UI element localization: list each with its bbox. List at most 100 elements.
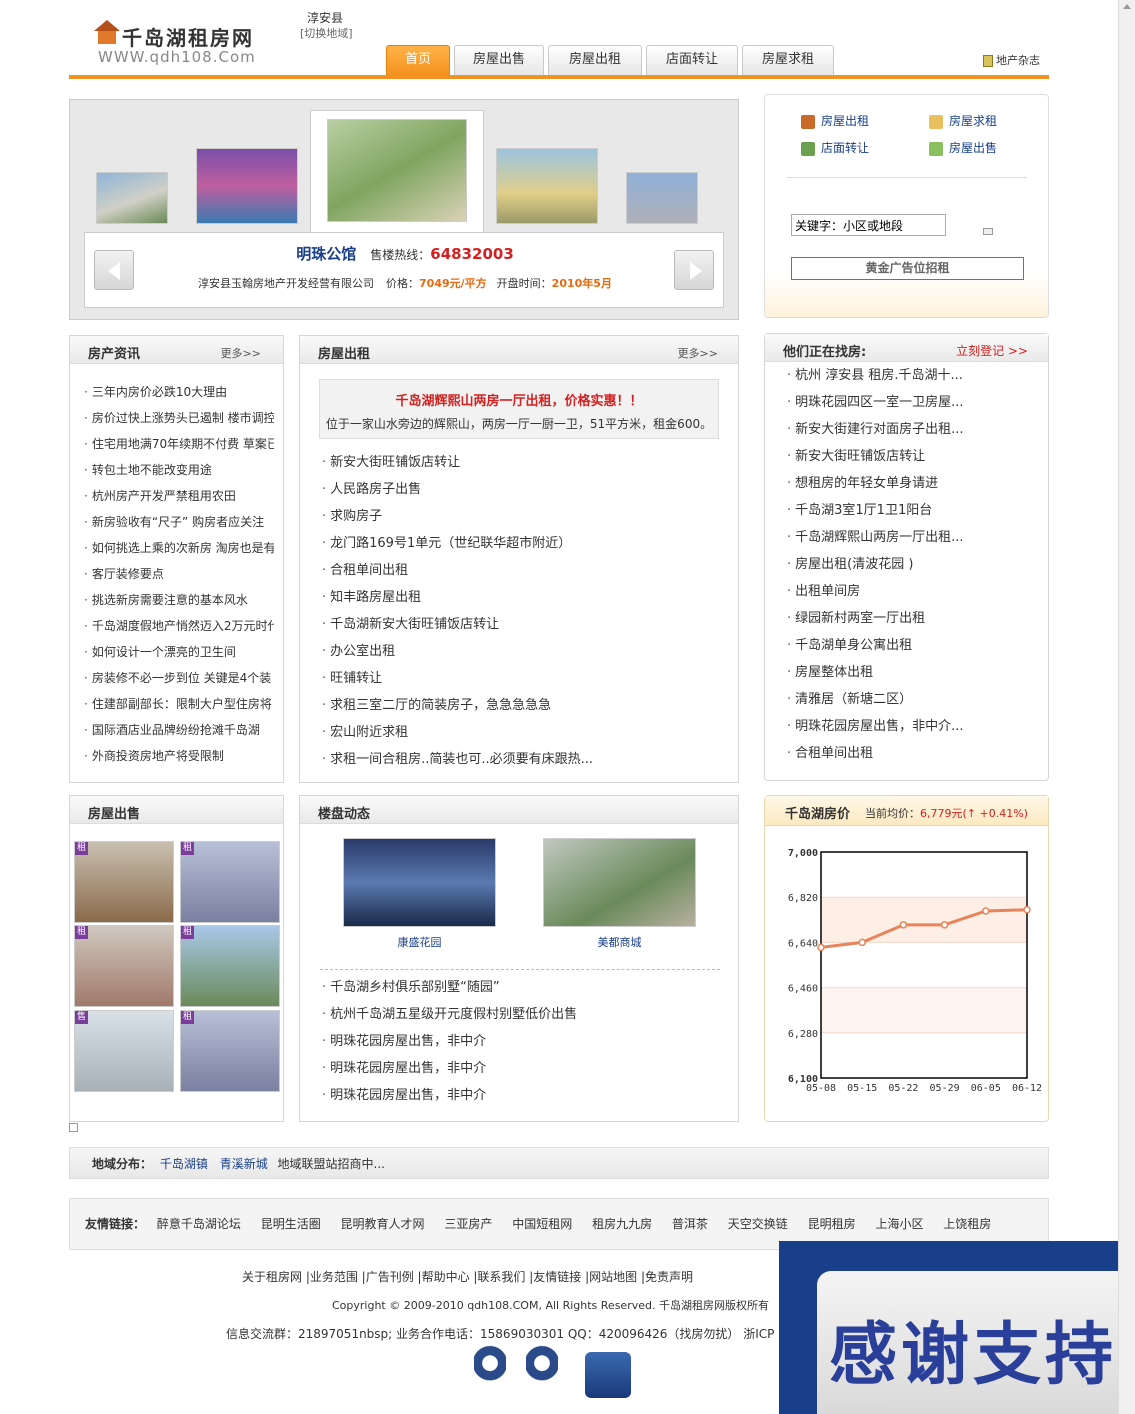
- list-item[interactable]: 杭州千岛湖五星级开元度假村别墅低价出售: [322, 1001, 727, 1028]
- list-item[interactable]: 杭州 淳安县 租房.千岛湖十...: [787, 362, 1042, 389]
- sale-photo-5[interactable]: 售: [74, 1010, 174, 1092]
- scroll-up-arrow-icon[interactable]: [1123, 4, 1131, 9]
- slide-title[interactable]: 明珠公馆: [296, 245, 356, 263]
- friend-link[interactable]: 中国短租网: [512, 1217, 572, 1231]
- police-badge-1[interactable]: [474, 1345, 506, 1397]
- search-input[interactable]: [791, 214, 946, 236]
- friend-link[interactable]: 昆明教育人才网: [341, 1217, 425, 1231]
- list-item[interactable]: 清雅居（新塘二区）: [787, 686, 1042, 713]
- list-item[interactable]: 人民路房子出售: [322, 476, 727, 503]
- list-item[interactable]: 求租三室二厅的简装房子，急急急急急: [322, 692, 727, 719]
- friend-link[interactable]: 租房九九房: [592, 1217, 652, 1231]
- tab-home[interactable]: 首页: [386, 45, 450, 75]
- thanks-overlay[interactable]: 感谢支持: [779, 1241, 1135, 1414]
- police-badge-2[interactable]: [526, 1345, 558, 1397]
- sale-photo-1[interactable]: 租: [74, 841, 174, 923]
- logo[interactable]: 千岛湖租房网 WWW.qdh108.Com: [92, 14, 302, 66]
- list-item[interactable]: 明珠花园房屋出售，非中介...: [787, 713, 1042, 740]
- quick-link-sale[interactable]: 房屋出售: [929, 139, 997, 156]
- list-item[interactable]: 办公室出租: [322, 638, 727, 665]
- police-station-icon[interactable]: [585, 1352, 631, 1398]
- slide-thumb-2[interactable]: [196, 148, 298, 224]
- tab-shop-transfer[interactable]: 店面转让: [646, 45, 738, 75]
- sale-photo-4[interactable]: 租: [180, 925, 280, 1007]
- friend-link[interactable]: 上海小区: [875, 1217, 923, 1231]
- project-name-2[interactable]: 美都商城: [543, 934, 696, 950]
- friend-link[interactable]: 昆明生活圈: [261, 1217, 321, 1231]
- list-item[interactable]: 转包土地不能改变用途: [84, 457, 274, 483]
- featured-rent[interactable]: 千岛湖辉熙山两房一厅出租，价格实惠！！ 位于一家山水旁边的辉熙山，两房一厅一厨一…: [319, 379, 719, 439]
- list-item[interactable]: 明珠花园四区一室一卫房屋...: [787, 389, 1042, 416]
- list-item[interactable]: 千岛湖单身公寓出租: [787, 632, 1042, 659]
- quick-link-rent[interactable]: 房屋出租: [801, 112, 869, 129]
- list-item[interactable]: 千岛湖新安大街旺铺饭店转让: [322, 611, 727, 638]
- list-item[interactable]: 房屋整体出租: [787, 659, 1042, 686]
- list-item[interactable]: 明珠花园房屋出售，非中介: [322, 1082, 727, 1109]
- list-item[interactable]: 三年内房价必跌10大理由: [84, 379, 274, 405]
- list-item[interactable]: 外商投资房地产将受限制: [84, 743, 274, 769]
- list-item[interactable]: 客厅装修要点: [84, 561, 274, 587]
- list-item[interactable]: 新安大街建行对面房子出租...: [787, 416, 1042, 443]
- list-item[interactable]: 绿园新村两室一厅出租: [787, 605, 1042, 632]
- list-item[interactable]: 千岛湖3室1厅1卫1阳台: [787, 497, 1042, 524]
- friend-link[interactable]: 三亚房产: [444, 1217, 492, 1231]
- list-item[interactable]: 明珠花园房屋出售，非中介: [322, 1055, 727, 1082]
- search-button-icon[interactable]: [983, 228, 993, 235]
- tab-house-wanted[interactable]: 房屋求租: [742, 45, 834, 75]
- list-item[interactable]: 新房验收有“尺子” 购房者应关注: [84, 509, 274, 535]
- list-item[interactable]: 挑选新房需要注意的基本风水: [84, 587, 274, 613]
- footer-links[interactable]: 关于租房网 |业务范围 |广告刊例 |帮助中心 |联系我们 |友情链接 |网站地…: [242, 1268, 693, 1285]
- list-item[interactable]: 如何设计一个漂亮的卫生间: [84, 639, 274, 665]
- list-item[interactable]: 合租单间出租: [787, 740, 1042, 767]
- list-item[interactable]: 房价过快上涨势头已遏制 楼市调控: [84, 405, 274, 431]
- list-item[interactable]: 出租单间房: [787, 578, 1042, 605]
- list-item[interactable]: 求购房子: [322, 503, 727, 530]
- tab-house-rent[interactable]: 房屋出租: [548, 45, 642, 75]
- list-item[interactable]: 房屋出租(清波花园 ): [787, 551, 1042, 578]
- list-item[interactable]: 国际酒店业品牌纷纷抢滩千岛湖: [84, 717, 274, 743]
- list-item[interactable]: 龙门路169号1单元（世纪联华超市附近）: [322, 530, 727, 557]
- list-item[interactable]: 房装修不必一步到位 关键是4个装: [84, 665, 274, 691]
- region-link-qingxi[interactable]: 青溪新城: [220, 1157, 268, 1171]
- sale-photo-6[interactable]: 租: [180, 1010, 280, 1092]
- list-item[interactable]: 明珠花园房屋出售，非中介: [322, 1028, 727, 1055]
- list-item[interactable]: 宏山附近求租: [322, 719, 727, 746]
- list-item[interactable]: 想租房的年轻女单身请进: [787, 470, 1042, 497]
- featured-title[interactable]: 千岛湖辉熙山两房一厅出租，价格实惠！！: [320, 390, 718, 409]
- list-item[interactable]: 如何挑选上乘的次新房 淘房也是有: [84, 535, 274, 561]
- friend-link[interactable]: 醉意千岛湖论坛: [157, 1217, 241, 1231]
- list-item[interactable]: 新安大街旺铺饭店转让: [322, 449, 727, 476]
- news-more-link[interactable]: 更多>>: [221, 345, 261, 361]
- list-item[interactable]: 求租一间合租房..简装也可..必须要有床跟热...: [322, 746, 727, 773]
- list-item[interactable]: 新安大街旺铺饭店转让: [787, 443, 1042, 470]
- list-item[interactable]: 千岛湖度假地产悄然迈入2万元时代: [84, 613, 274, 639]
- list-item[interactable]: 杭州房产开发严禁租用农田: [84, 483, 274, 509]
- list-item[interactable]: 合租单间出租: [322, 557, 727, 584]
- slide-thumb-5[interactable]: [626, 172, 698, 224]
- list-item[interactable]: 住宅用地满70年续期不付费 草案已: [84, 431, 274, 457]
- slide-thumb-active[interactable]: [327, 119, 467, 222]
- rent-more-link[interactable]: 更多>>: [678, 345, 718, 361]
- project-name-1[interactable]: 康盛花园: [343, 934, 496, 950]
- list-item[interactable]: 千岛湖乡村俱乐部别墅“随园”: [322, 974, 727, 1001]
- list-item[interactable]: 知丰路房屋出租: [322, 584, 727, 611]
- list-item[interactable]: 旺铺转让: [322, 665, 727, 692]
- region-link-qiandaohu[interactable]: 千岛湖镇: [160, 1157, 208, 1171]
- list-item[interactable]: 千岛湖辉熙山两房一厅出租...: [787, 524, 1042, 551]
- register-link[interactable]: 立刻登记 >>: [956, 342, 1028, 359]
- slide-thumb-1[interactable]: [96, 172, 168, 224]
- list-item[interactable]: 住建部副部长：限制大户型住房将: [84, 691, 274, 717]
- sale-photo-3[interactable]: 租: [74, 925, 174, 1007]
- project-photo-2[interactable]: [543, 838, 696, 927]
- quick-link-wanted[interactable]: 房屋求租: [929, 112, 997, 129]
- project-photo-1[interactable]: [343, 838, 496, 927]
- scrollbar-track[interactable]: [1118, 0, 1135, 1414]
- friend-link[interactable]: 普洱茶: [672, 1217, 708, 1231]
- magazine-link[interactable]: 地产杂志: [983, 52, 1040, 68]
- friend-link[interactable]: 天空交换链: [728, 1217, 788, 1231]
- tab-house-sale[interactable]: 房屋出售: [454, 45, 544, 75]
- sale-photo-2[interactable]: 租: [180, 841, 280, 923]
- small-checkbox[interactable]: [69, 1123, 78, 1132]
- slide-thumb-4[interactable]: [496, 148, 598, 224]
- friend-link[interactable]: 上饶租房: [943, 1217, 991, 1231]
